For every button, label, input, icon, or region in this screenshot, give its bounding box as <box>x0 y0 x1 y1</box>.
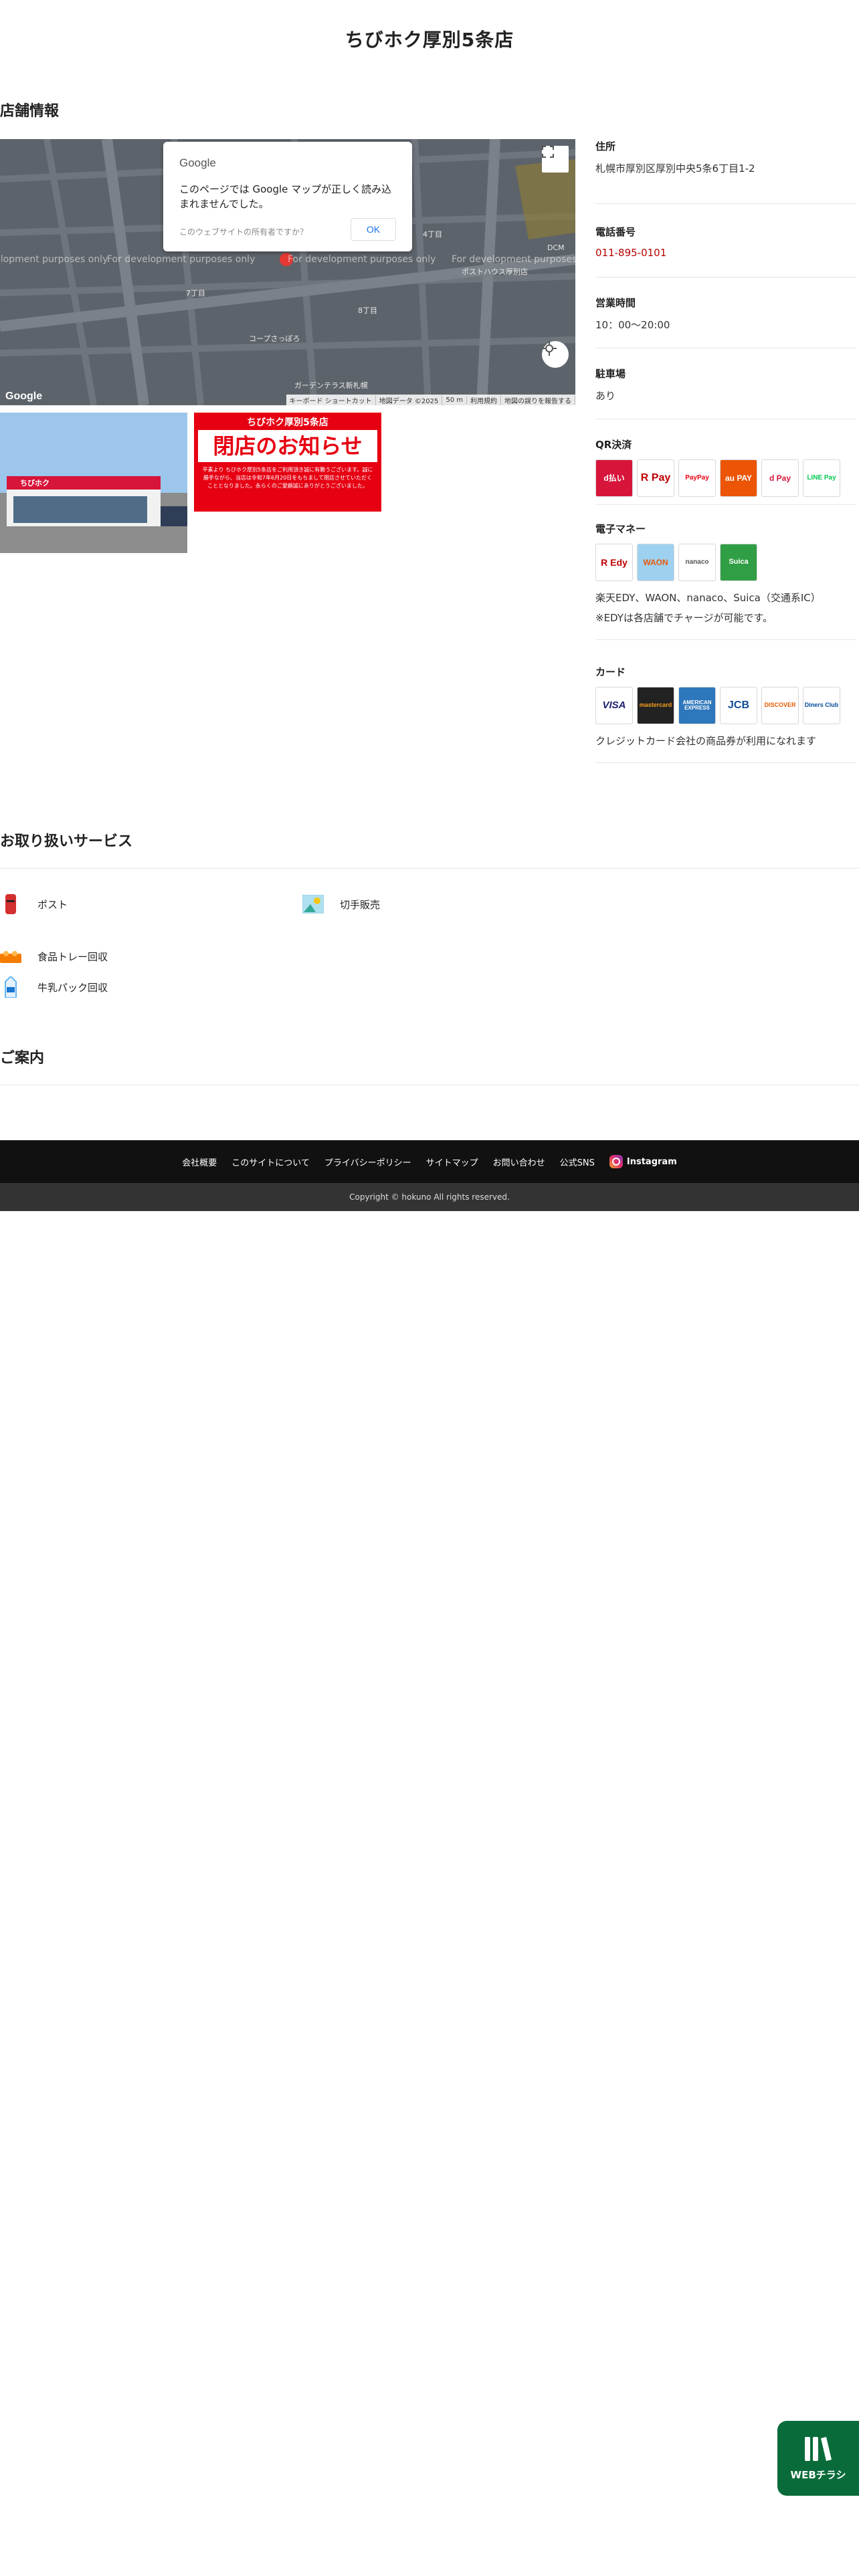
parking-value: あり <box>595 390 616 402</box>
poi-label: ポストハウス厚別店 <box>462 267 528 276</box>
au-pay-logo: au PAY <box>720 459 757 497</box>
map-attribution: キーボード ショートカット 地図データ ©2025 50 m 利用規約 地図の誤… <box>286 395 575 405</box>
footer-sns-label: 公式SNS <box>559 1158 595 1168</box>
jcb-logo: JCB <box>720 687 757 724</box>
hours-label: 営業時間 <box>595 297 636 309</box>
card-logos: VISA mastercard AMERICAN EXPRESS JCB DIS… <box>595 687 856 724</box>
footer-link-about[interactable]: このサイトについて <box>231 1156 310 1168</box>
terms-link[interactable]: 利用規約 <box>467 395 501 405</box>
google-watermark: Google <box>5 391 43 402</box>
map-scale: 50 m <box>442 396 467 404</box>
line-pay-logo: LINE Pay <box>803 459 840 497</box>
web-flyer-button[interactable]: WEBチラシ <box>777 2421 859 2496</box>
qr-logos: d払い R Pay PayPay au PAY d Pay LINE Pay <box>595 459 856 497</box>
card-note: クレジットカード会社の商品券が利用になれます <box>595 735 817 747</box>
street-label: 4丁目 <box>423 230 442 239</box>
service-label: 食品トレー回収 <box>37 950 108 963</box>
emoney-note: 楽天EDY、WAON、nanaco、Suica（交通系IC） <box>595 592 821 604</box>
map-watermark: For development purposes only <box>288 254 436 265</box>
notice-headline: 閉店のお知らせ <box>198 430 377 462</box>
poi-label: DCM <box>547 243 565 252</box>
dialog-ok-button[interactable]: OK <box>351 218 396 241</box>
store-sign: ちびホク <box>20 479 50 488</box>
waon-logo: WAON <box>637 544 674 581</box>
address-label: 住所 <box>595 140 616 152</box>
web-flyer-label: WEBチラシ <box>790 2468 846 2481</box>
google-logo: Google <box>179 156 216 169</box>
my-location-icon[interactable] <box>542 341 569 368</box>
services-heading: お取り扱いサービス <box>0 833 133 850</box>
emoney-logos: R Edy WAON nanaco Suica <box>595 544 856 581</box>
store-photo: ちびホク <box>0 413 187 553</box>
fullscreen-icon[interactable] <box>542 146 569 173</box>
diners-logo: Diners Club <box>803 687 840 724</box>
footer-link-sitemap[interactable]: サイトマップ <box>426 1156 478 1168</box>
instagram-icon <box>609 1155 623 1168</box>
discover-logo: DISCOVER <box>761 687 799 724</box>
edy-logo: R Edy <box>595 544 633 581</box>
service-label: 牛乳パック回収 <box>37 981 108 994</box>
footer-nav: 会社概要 このサイトについて プライバシーポリシー サイトマップ お問い合わせ … <box>0 1140 859 1183</box>
map-data-text: 地図データ ©2025 <box>376 395 443 405</box>
footer-link-company[interactable]: 会社概要 <box>182 1156 217 1168</box>
copyright: Copyright © hokuno All rights reserved. <box>0 1183 859 1211</box>
guide-heading: ご案内 <box>0 1050 45 1067</box>
edy-charge-note: ※EDYは各店舗でチャージが可能です。 <box>595 612 773 624</box>
phone-link[interactable]: 011-895-0101 <box>595 247 856 259</box>
stamp-icon <box>302 893 324 915</box>
report-error-link[interactable]: 地図の誤りを報告する <box>501 395 575 405</box>
qr-payment-label: QR決済 <box>595 439 632 451</box>
flyer-icon <box>805 2436 832 2461</box>
milk-carton-icon <box>0 976 21 998</box>
street-label: 7丁目 <box>186 289 205 298</box>
d-pay-logo: d Pay <box>761 459 799 497</box>
poi-label: ガーデンテラス新札幌 <box>294 381 368 390</box>
service-label: ポスト <box>37 898 68 911</box>
instagram-link[interactable]: Instagram <box>609 1155 677 1168</box>
service-item: 牛乳パック回収 <box>0 976 108 998</box>
site-owner-link[interactable]: このウェブサイトの所有者ですか？ <box>179 226 308 237</box>
map-watermark: For development purposes only <box>452 254 575 265</box>
paypay-logo: PayPay <box>678 459 716 497</box>
suica-logo: Suica <box>720 544 757 581</box>
map-error-message: このページでは Google マップが正しく読み込まれませんでした。 <box>179 183 392 210</box>
service-item: 食品トレー回収 <box>0 946 108 967</box>
d-barai-logo: d払い <box>595 459 633 497</box>
store-info-heading: 店舗情報 <box>0 103 60 120</box>
notice-body: 平素より ちびホク厚別5条店をご利用頂き誠に有難うございます。誠に勝手ながら、当… <box>202 467 373 489</box>
emoney-label: 電子マネー <box>595 523 646 535</box>
map-error-dialog: Google このページでは Google マップが正しく読み込まれませんでした… <box>163 142 412 251</box>
rakuten-pay-logo: R Pay <box>637 459 674 497</box>
parking-label: 駐車場 <box>595 368 626 380</box>
mastercard-logo: mastercard <box>637 687 674 724</box>
street-label: 8丁目 <box>358 306 377 315</box>
amex-logo: AMERICAN EXPRESS <box>678 687 716 724</box>
store-map[interactable]: For development purposes only For develo… <box>0 139 575 405</box>
closing-notice-image: ちびホク厚別5条店 閉店のお知らせ 平素より ちびホク厚別5条店をご利用頂き誠に… <box>194 413 381 512</box>
address-value: 札幌市厚別区厚別中央5条6丁目1-2 <box>595 163 755 175</box>
service-item: ポスト <box>0 893 68 915</box>
visa-logo: VISA <box>595 687 633 724</box>
phone-label: 電話番号 <box>595 226 636 238</box>
page-title: ちびホク厚別5条店 <box>345 29 514 51</box>
instagram-label: Instagram <box>626 1156 677 1167</box>
hours-value: 10：00〜20:00 <box>595 319 670 331</box>
map-watermark: For development purposes only <box>0 254 108 265</box>
food-tray-icon <box>0 946 21 967</box>
footer-link-privacy[interactable]: プライバシーポリシー <box>324 1156 411 1168</box>
service-label: 切手販売 <box>340 898 381 911</box>
service-item: 切手販売 <box>302 893 380 915</box>
map-watermark: For development purposes only <box>107 254 256 265</box>
nanaco-logo: nanaco <box>678 544 716 581</box>
mailbox-icon <box>0 893 21 915</box>
poi-label: コープさっぽろ <box>249 334 300 343</box>
card-label: カード <box>595 666 626 678</box>
keyboard-shortcuts-link[interactable]: キーボード ショートカット <box>286 395 376 405</box>
footer-link-contact[interactable]: お問い合わせ <box>493 1156 545 1168</box>
notice-store-name: ちびホク厚別5条店 <box>247 417 328 428</box>
